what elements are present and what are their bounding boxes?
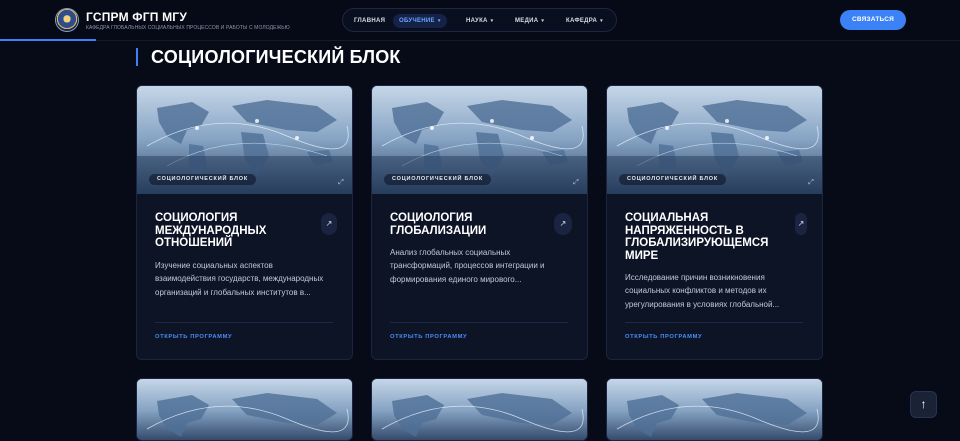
category-badge: СОЦИОЛОГИЧЕСКИЙ БЛОК <box>384 174 492 185</box>
arrow-up-right-icon[interactable]: ↗ <box>554 213 572 235</box>
category-badge: СОЦИОЛОГИЧЕСКИЙ БЛОК <box>619 174 727 185</box>
world-map-image: СОЦИОЛОГИЧЕСКИЙ БЛОК ⤢ <box>372 86 587 194</box>
arrow-up-right-icon[interactable]: ↗ <box>795 213 807 235</box>
card-divider <box>625 322 803 323</box>
brand-title[interactable]: ГСПРМ ФГП МГУ <box>86 10 187 24</box>
card-description: Изучение социальных аспектов взаимодейст… <box>155 261 324 297</box>
world-map-image <box>137 379 352 440</box>
program-card[interactable] <box>136 378 353 441</box>
university-logo[interactable] <box>56 9 78 31</box>
nav-item-science[interactable]: НАУКА ▾ <box>466 14 493 28</box>
open-program-link[interactable]: ОТКРЫТЬ ПРОГРАММУ <box>155 334 232 340</box>
external-link-icon: ⤢ <box>573 179 579 186</box>
card-title[interactable]: СОЦИАЛЬНАЯ НАПРЯЖЕННОСТЬ В ГЛОБАЛИЗИРУЮЩ… <box>625 212 789 262</box>
section-title: СОЦИОЛОГИЧЕСКИЙ БЛОК <box>151 47 401 67</box>
open-program-link[interactable]: ОТКРЫТЬ ПРОГРАММУ <box>625 334 702 340</box>
world-map-image: СОЦИОЛОГИЧЕСКИЙ БЛОК ⤢ <box>137 86 352 194</box>
card-title[interactable]: СОЦИОЛОГИЯ ГЛОБАЛИЗАЦИИ <box>390 212 550 237</box>
site-header: ГСПРМ ФГП МГУ КАФЕДРА ГЛОБАЛЬНЫХ СОЦИАЛЬ… <box>0 0 960 41</box>
external-link-icon: ⤢ <box>338 179 344 186</box>
contact-button[interactable]: СВЯЗАТЬСЯ <box>840 10 906 30</box>
nav-item-department[interactable]: КАФЕДРА ▾ <box>566 14 603 28</box>
nav-item-media[interactable]: МЕДИА ▾ <box>515 14 544 28</box>
card-divider <box>390 322 568 323</box>
external-link-icon: ⤢ <box>808 179 814 186</box>
card-description: Исследование причин возникновения социал… <box>625 273 780 309</box>
arrow-up-right-icon[interactable]: ↗ <box>321 213 337 235</box>
main-nav: ГЛАВНАЯ ОБУЧЕНИЕ ▾ НАУКА ▾ МЕДИА ▾ КАФЕДРА ▾ <box>342 8 617 32</box>
chevron-down-icon: ▾ <box>600 18 603 24</box>
nav-item-label: НАУКА <box>466 18 488 24</box>
nav-item-home[interactable]: ГЛАВНАЯ <box>354 14 385 28</box>
nav-item-label: КАФЕДРА <box>566 18 598 24</box>
program-card[interactable] <box>371 378 588 441</box>
world-map-image: СОЦИОЛОГИЧЕСКИЙ БЛОК ⤢ <box>607 86 822 194</box>
chevron-down-icon: ▾ <box>437 18 441 24</box>
scroll-to-top-button[interactable]: ↑ <box>910 391 937 418</box>
card-divider <box>155 322 333 323</box>
chevron-down-icon: ▾ <box>490 18 494 24</box>
nav-item-label: ОБУЧЕНИЕ <box>399 18 435 24</box>
open-program-link[interactable]: ОТКРЫТЬ ПРОГРАММУ <box>390 334 467 340</box>
chevron-down-icon: ▾ <box>541 18 545 24</box>
nav-item-label: МЕДИА <box>515 18 539 24</box>
section-accent-bar <box>136 48 138 66</box>
program-card[interactable]: СОЦИОЛОГИЧЕСКИЙ БЛОК ⤢ СОЦИАЛЬНАЯ НАПРЯЖ… <box>606 85 823 360</box>
nav-item-education[interactable]: ОБУЧЕНИЕ ▾ <box>393 14 447 28</box>
scroll-progress-bar <box>0 39 96 41</box>
program-card[interactable]: СОЦИОЛОГИЧЕСКИЙ БЛОК ⤢ СОЦИОЛОГИЯ ГЛОБАЛ… <box>371 85 588 360</box>
program-card[interactable]: СОЦИОЛОГИЧЕСКИЙ БЛОК ⤢ СОЦИОЛОГИЯ МЕЖДУН… <box>136 85 353 360</box>
arrow-up-icon: ↑ <box>920 397 927 411</box>
brand-subtitle: КАФЕДРА ГЛОБАЛЬНЫХ СОЦИАЛЬНЫХ ПРОЦЕССОВ … <box>86 25 290 31</box>
world-map-image <box>607 379 822 440</box>
card-title[interactable]: СОЦИОЛОГИЯ МЕЖДУНАРОДНЫХ ОТНОШЕНИЙ <box>155 212 315 250</box>
program-card[interactable] <box>606 378 823 441</box>
card-description: Анализ глобальных социальных трансформац… <box>390 248 545 284</box>
world-map-image <box>372 379 587 440</box>
nav-item-label: ГЛАВНАЯ <box>354 18 386 24</box>
category-badge: СОЦИОЛОГИЧЕСКИЙ БЛОК <box>149 174 257 185</box>
